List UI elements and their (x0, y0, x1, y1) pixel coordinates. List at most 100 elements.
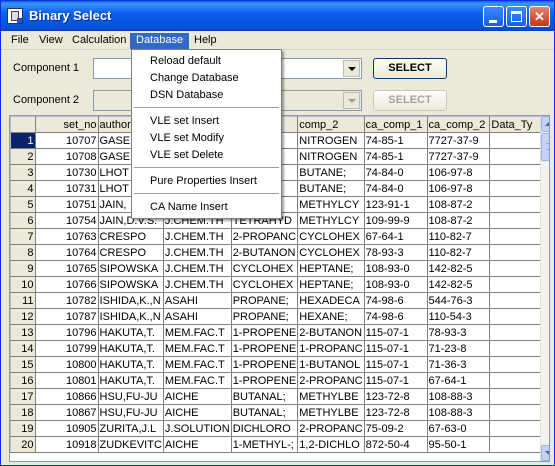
cell-comp-1[interactable]: 1-PROPENE (230, 340, 299, 357)
menu-vle-set-insert[interactable]: VLE set Insert (150, 114, 219, 129)
menu-file[interactable]: File (5, 33, 35, 49)
row-header[interactable]: 9 (10, 260, 36, 277)
table-row[interactable]: 13 10796 HAKUTA,T. MEM.FAC.T 1-PROPENE 2-BUTA… (10, 324, 549, 341)
table-row[interactable]: 17 10866 HSU,FU-JU AICHE BUTANAL; METHYLBE 123… (10, 388, 549, 405)
cell-comp-2[interactable]: METHYLCY (297, 196, 365, 213)
menu-vle-set-delete[interactable]: VLE set Delete (150, 148, 223, 163)
row-header[interactable]: 18 (10, 404, 36, 421)
cell-ca-comp-2[interactable]: 71-36-3 (426, 356, 491, 373)
cell-author[interactable]: ZURITA,J.L (97, 420, 164, 437)
cell-ca-comp-1[interactable]: 74-84-0 (363, 180, 428, 197)
row-header[interactable]: 20 (10, 436, 36, 453)
cell-comp-1[interactable]: 1-PROPENE (230, 356, 299, 373)
cell-ca-comp-1[interactable]: 872-50-4 (363, 436, 428, 453)
row-header[interactable]: 10 (10, 276, 36, 293)
table-row[interactable]: 15 10800 HAKUTA,T. MEM.FAC.T 1-PROPENE 1-BUTA… (10, 356, 549, 373)
cell-ca-comp-1[interactable]: 78-93-3 (363, 244, 428, 261)
cell-author[interactable]: SIPOWSKA (97, 260, 164, 277)
cell-ca-comp-1[interactable]: 67-64-1 (363, 228, 428, 245)
cell-comp-2[interactable]: METHYLBE (297, 388, 365, 405)
cell-comp-2[interactable]: METHYLCY (297, 212, 365, 229)
cell-comp-2[interactable]: 2-BUTANON (297, 324, 365, 341)
cell-set-no[interactable]: 10766 (34, 276, 99, 293)
table-row[interactable]: 11 10782 ISHIDA,K.,N ASAHI PROPANE; HEXADECA 7… (10, 292, 549, 309)
cell-journal[interactable]: MEM.FAC.T (162, 356, 232, 373)
vertical-scrollbar[interactable] (540, 116, 549, 461)
cell-ca-comp-1[interactable]: 109-99-9 (363, 212, 428, 229)
cell-set-no[interactable]: 10707 (34, 132, 99, 149)
menu-calculation[interactable]: Calculation (66, 33, 132, 49)
cell-author[interactable]: ISHIDA,K.,N (97, 292, 164, 309)
cell-ca-comp-1[interactable]: 74-98-6 (363, 292, 428, 309)
cell-set-no[interactable]: 10801 (34, 372, 99, 389)
cell-ca-comp-2[interactable]: 95-50-1 (426, 436, 491, 453)
cell-ca-comp-2[interactable]: 7727-37-9 (426, 132, 491, 149)
cell-comp-2[interactable]: HEXANE; (297, 308, 365, 325)
cell-ca-comp-1[interactable]: 75-09-2 (363, 420, 428, 437)
row-header[interactable]: 11 (10, 292, 36, 309)
table-row[interactable]: 20 10918 ZUDKEVITC AICHE 1-METHYL-; 1,2-DICHL… (10, 436, 549, 453)
col-header-set-no[interactable]: set_no (34, 116, 99, 133)
table-row[interactable]: 10 10766 SIPOWSKA J.CHEM.TH CYCLOHEX HEPTANE;… (10, 276, 549, 293)
cell-journal[interactable]: J.CHEM.TH (162, 276, 232, 293)
cell-author[interactable]: HAKUTA,T. (97, 356, 164, 373)
cell-comp-2[interactable]: 1-BUTANOL (297, 356, 365, 373)
cell-set-no[interactable]: 10867 (34, 404, 99, 421)
cell-ca-comp-2[interactable]: 106-97-8 (426, 164, 491, 181)
scroll-up-icon[interactable] (541, 116, 549, 132)
cell-journal[interactable]: MEM.FAC.T (162, 324, 232, 341)
table-row[interactable]: 18 10867 HSU,FU-JU AICHE BUTANAL; METHYLBE 123… (10, 404, 549, 421)
cell-set-no[interactable]: 10763 (34, 228, 99, 245)
menu-help[interactable]: Help (188, 33, 223, 49)
cell-set-no[interactable]: 10765 (34, 260, 99, 277)
cell-ca-comp-2[interactable]: 71-23-8 (426, 340, 491, 357)
cell-author[interactable]: HSU,FU-JU (97, 404, 164, 421)
cell-journal[interactable]: ASAHI (162, 308, 232, 325)
cell-comp-1[interactable]: 2-PROPANC (230, 228, 299, 245)
cell-comp-1[interactable]: PROPANE; (230, 292, 299, 309)
cell-comp-1[interactable]: 1-PROPENE (230, 324, 299, 341)
cell-ca-comp-1[interactable]: 123-72-8 (363, 388, 428, 405)
cell-comp-2[interactable]: BUTANE; (297, 180, 365, 197)
cell-comp-1[interactable]: CYCLOHEX (230, 276, 299, 293)
cell-ca-comp-2[interactable]: 142-82-5 (426, 276, 491, 293)
app-icon[interactable] (7, 8, 23, 24)
cell-ca-comp-2[interactable]: 108-87-2 (426, 212, 491, 229)
menu-ca-name-insert[interactable]: CA Name Insert (150, 200, 228, 215)
menu-dsn-database[interactable]: DSN Database (150, 88, 223, 103)
row-header[interactable]: 1 (10, 132, 36, 149)
cell-comp-1[interactable]: CYCLOHEX (230, 260, 299, 277)
table-row[interactable]: 12 10787 ISHIDA,K.,N ASAHI PROPANE; HEXANE; 74… (10, 308, 549, 325)
cell-set-no[interactable]: 10782 (34, 292, 99, 309)
cell-ca-comp-1[interactable]: 123-91-1 (363, 196, 428, 213)
cell-ca-comp-2[interactable]: 106-97-8 (426, 180, 491, 197)
cell-journal[interactable]: AICHE (162, 436, 232, 453)
cell-comp-2[interactable]: 2-PROPANC (297, 372, 365, 389)
table-row[interactable]: 14 10799 HAKUTA,T. MEM.FAC.T 1-PROPENE 1-PROP… (10, 340, 549, 357)
cell-comp-1[interactable]: 1-PROPENE (230, 372, 299, 389)
row-header[interactable]: 8 (10, 244, 36, 261)
cell-ca-comp-2[interactable]: 110-82-7 (426, 228, 491, 245)
table-row[interactable]: 8 10764 CRESPO J.CHEM.TH 2-BUTANON CYCLOHEX 78… (10, 244, 549, 261)
maximize-button[interactable] (506, 6, 527, 27)
cell-journal[interactable]: AICHE (162, 404, 232, 421)
row-header[interactable]: 5 (10, 196, 36, 213)
cell-comp-2[interactable]: HEXADECA (297, 292, 365, 309)
close-button[interactable]: ✕ (529, 6, 550, 27)
cell-author[interactable]: ISHIDA,K.,N (97, 308, 164, 325)
cell-comp-2[interactable]: CYCLOHEX (297, 244, 365, 261)
cell-set-no[interactable]: 10708 (34, 148, 99, 165)
row-header[interactable]: 7 (10, 228, 36, 245)
cell-ca-comp-2[interactable]: 67-64-1 (426, 372, 491, 389)
cell-journal[interactable]: J.CHEM.TH (162, 228, 232, 245)
row-header[interactable]: 17 (10, 388, 36, 405)
row-header[interactable]: 2 (10, 148, 36, 165)
chevron-down-icon[interactable] (343, 60, 360, 77)
menu-view[interactable]: View (33, 33, 69, 49)
cell-ca-comp-2[interactable]: 7727-37-9 (426, 148, 491, 165)
row-header[interactable]: 13 (10, 324, 36, 341)
cell-author[interactable]: HAKUTA,T. (97, 372, 164, 389)
cell-journal[interactable]: J.SOLUTION (162, 420, 232, 437)
cell-ca-comp-2[interactable]: 110-54-3 (426, 308, 491, 325)
cell-comp-1[interactable]: BUTANAL; (230, 404, 299, 421)
